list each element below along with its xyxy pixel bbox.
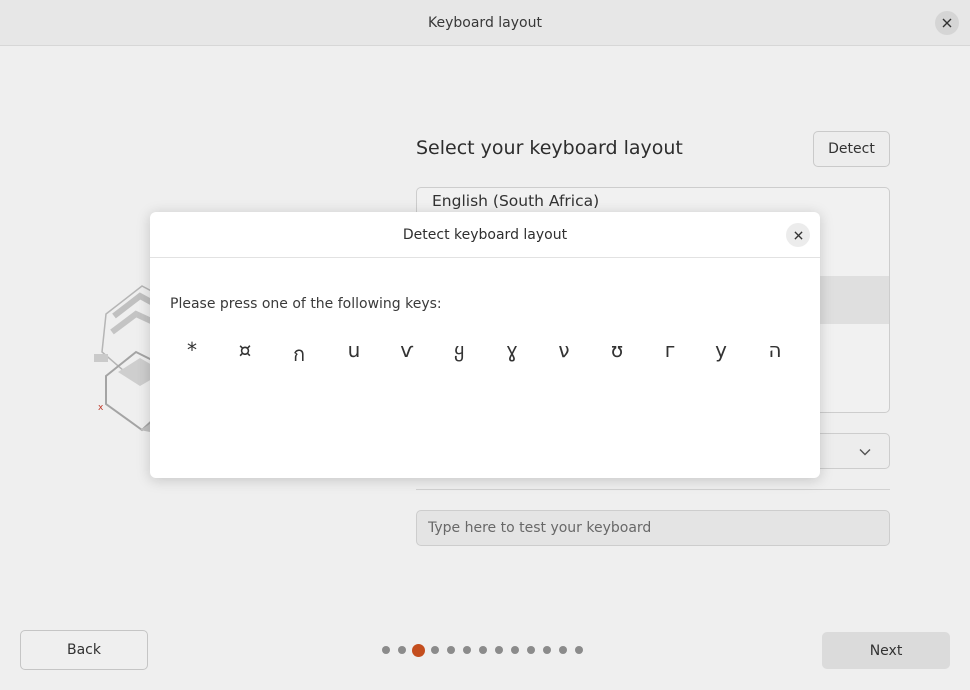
key-glyph: ν	[558, 338, 570, 362]
key-glyph: ก	[292, 342, 306, 366]
key-glyph: ս	[347, 338, 361, 362]
detect-layout-dialog: Detect keyboard layout Please press one …	[150, 212, 820, 478]
key-options: * ¤ ก ս ѵ ყ ɣ ν ʊ г у ה	[165, 338, 810, 368]
dialog-header: Detect keyboard layout	[150, 212, 820, 258]
key-glyph: ה	[768, 338, 782, 362]
dialog-title: Detect keyboard layout	[402, 226, 568, 243]
dialog-close-button[interactable]	[786, 223, 810, 247]
key-glyph: г	[664, 338, 676, 362]
key-glyph: ʊ	[610, 338, 624, 362]
key-glyph: у	[715, 338, 727, 362]
key-glyph: ¤	[238, 338, 252, 362]
close-icon	[793, 230, 803, 240]
key-glyph: ɣ	[506, 338, 518, 362]
key-glyph: ყ	[453, 338, 465, 362]
dialog-prompt: Please press one of the following keys:	[170, 296, 442, 312]
key-glyph: *	[187, 338, 197, 362]
key-glyph: ѵ	[400, 338, 414, 362]
